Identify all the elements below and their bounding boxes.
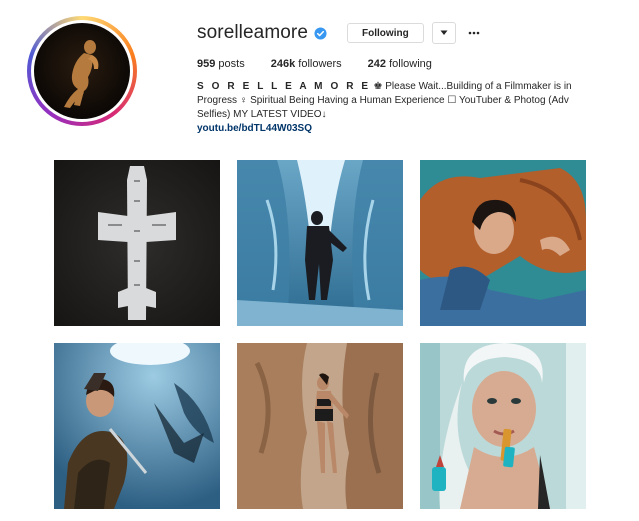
- avatar-image: [64, 40, 99, 108]
- profile-bio: S O R E L L E A M O R E ♚ Please Wait...…: [197, 80, 587, 136]
- more-options-button[interactable]: [468, 23, 480, 43]
- full-name: S O R E L L E A M O R E: [197, 81, 371, 92]
- suggestions-dropdown-button[interactable]: [431, 22, 456, 44]
- post-image: [237, 343, 403, 509]
- post-image: [420, 343, 586, 509]
- following-count: 242: [367, 58, 387, 70]
- username-row: sorelleamore Following: [197, 20, 617, 46]
- followers-label: followers: [298, 58, 342, 70]
- post-image: [54, 160, 220, 326]
- post-image: [420, 160, 586, 326]
- bio-link[interactable]: youtu.be/bdTL44W03SQ: [197, 122, 587, 136]
- verified-badge-icon: [314, 26, 327, 40]
- more-options-icon: [468, 31, 479, 35]
- followers-stat[interactable]: 246k followers: [271, 58, 342, 70]
- profile-stats: 959 posts 246k followers 242 following: [197, 58, 617, 70]
- profile-avatar-ring[interactable]: [27, 16, 137, 126]
- posts-stat: 959 posts: [197, 58, 245, 70]
- post-thumbnail[interactable]: [420, 160, 586, 326]
- posts-count: 959: [197, 58, 216, 70]
- following-button[interactable]: Following: [347, 23, 424, 43]
- post-thumbnail[interactable]: [237, 343, 403, 509]
- username: sorelleamore: [197, 22, 309, 43]
- post-thumbnail[interactable]: [54, 160, 220, 326]
- post-image: [54, 343, 220, 509]
- chevron-down-icon: [440, 30, 448, 35]
- posts-label: posts: [218, 58, 245, 70]
- avatar[interactable]: [34, 23, 130, 119]
- profile-header: sorelleamore Following 959 posts 246k fo…: [197, 20, 617, 136]
- post-thumbnail[interactable]: [420, 343, 586, 509]
- post-image: [237, 160, 403, 326]
- following-label: following: [389, 58, 432, 70]
- followers-count: 246k: [270, 58, 296, 70]
- post-thumbnail[interactable]: [237, 160, 403, 326]
- following-stat[interactable]: 242 following: [368, 58, 432, 70]
- post-thumbnail[interactable]: [54, 343, 220, 509]
